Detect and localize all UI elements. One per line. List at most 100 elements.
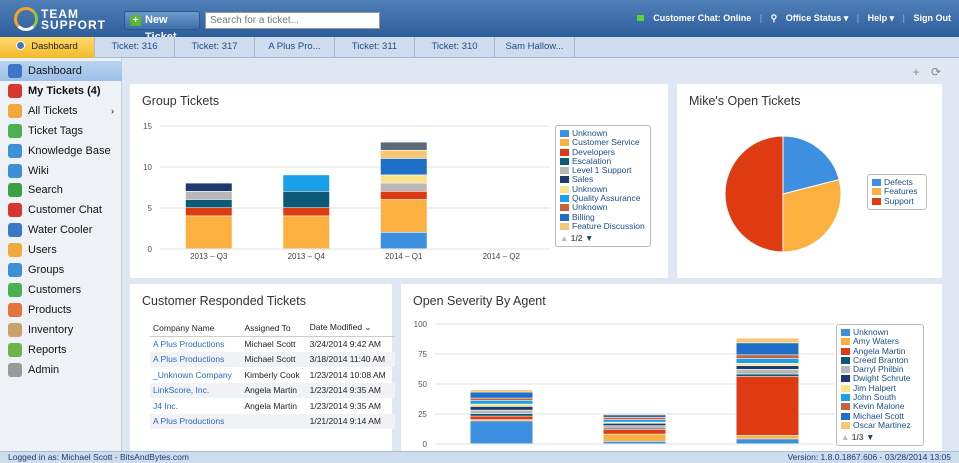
sidebar-item-knowledge-base[interactable]: Knowledge Base	[0, 141, 122, 161]
bar-segment[interactable]	[603, 434, 666, 441]
bar-segment[interactable]	[736, 358, 799, 363]
tab-dashboard[interactable]: Dashboard	[0, 37, 95, 58]
tab-sam-hallow[interactable]: Sam Hallow...	[495, 37, 575, 58]
bar-segment[interactable]	[185, 199, 232, 208]
new-ticket-button[interactable]: + New Ticket	[124, 11, 200, 43]
ticket-search-input[interactable]	[205, 12, 380, 29]
bar-segment[interactable]	[380, 142, 427, 150]
page-down-icon[interactable]: ▼	[864, 432, 874, 442]
bar-segment[interactable]	[603, 422, 666, 423]
bar-segment[interactable]	[185, 216, 232, 249]
company-name-cell[interactable]: LinkScore, Inc.	[150, 382, 242, 398]
bar-segment[interactable]	[470, 390, 533, 392]
bar-segment[interactable]	[603, 423, 666, 426]
bar-segment[interactable]	[736, 369, 799, 374]
legend-entry[interactable]: Oscar Martinez	[841, 420, 919, 430]
bar-segment[interactable]	[380, 191, 427, 200]
bar-segment[interactable]	[603, 428, 666, 429]
bar-segment[interactable]	[283, 175, 330, 191]
bar-segment[interactable]	[470, 392, 533, 398]
page-down-icon[interactable]: ▼	[583, 233, 593, 243]
bar-segment[interactable]	[380, 183, 427, 191]
table-row[interactable]: A Plus Productions Michael Scott 3/18/2014…	[150, 351, 395, 367]
bar-segment[interactable]	[470, 414, 533, 416]
sidebar-item-my-tickets-4[interactable]: My Tickets (4)	[0, 81, 122, 101]
table-row[interactable]: A Plus Productions Michael Scott 3/24/2014…	[150, 336, 395, 352]
sidebar-item-customers[interactable]: Customers	[0, 280, 122, 300]
bar-segment[interactable]	[380, 199, 427, 232]
sign-out-link[interactable]: Sign Out	[914, 13, 952, 23]
sidebar-item-reports[interactable]: Reports	[0, 340, 122, 360]
bar-segment[interactable]	[185, 208, 232, 216]
table-row[interactable]: A Plus Productions 1/21/2014 9:14 AM	[150, 413, 395, 429]
tab-ticket-310[interactable]: Ticket: 310	[415, 37, 495, 58]
bar-segment[interactable]	[470, 416, 533, 420]
company-name-cell[interactable]: J4 Inc.	[150, 398, 242, 414]
sidebar-item-all-tickets[interactable]: All Tickets ›	[0, 101, 122, 121]
bar-segment[interactable]	[603, 426, 666, 428]
teamsupport-logo[interactable]: TEAM SUPPORT	[14, 5, 105, 33]
bar-segment[interactable]	[470, 420, 533, 421]
bar-segment[interactable]	[380, 158, 427, 175]
help-menu[interactable]: Help ▾	[868, 13, 895, 23]
customer-chat-status[interactable]: Customer Chat: Online	[631, 13, 751, 23]
tab-ticket-317[interactable]: Ticket: 317	[175, 37, 255, 58]
tab-a-plus-productions[interactable]: A Plus Pro...	[255, 37, 335, 58]
bar-segment[interactable]	[470, 404, 533, 407]
bar-segment[interactable]	[736, 435, 799, 439]
bar-segment[interactable]	[470, 398, 533, 401]
bar-segment[interactable]	[603, 441, 666, 444]
bar-segment[interactable]	[603, 429, 666, 434]
sidebar-item-products[interactable]: Products	[0, 300, 122, 320]
col-assigned-to[interactable]: Assigned To	[241, 320, 307, 337]
add-widget-icon[interactable]: +	[913, 65, 920, 79]
bar-segment[interactable]	[470, 406, 533, 410]
sidebar-item-ticket-tags[interactable]: Ticket Tags	[0, 121, 122, 141]
bar-segment[interactable]	[185, 183, 232, 191]
company-name-cell[interactable]: _Unknown Company	[150, 367, 242, 383]
col-company-name[interactable]: Company Name	[150, 320, 242, 337]
sidebar-item-users[interactable]: Users	[0, 240, 122, 260]
refresh-icon[interactable]: ⟳	[931, 65, 941, 79]
col-date-modified[interactable]: Date Modified ⌄	[306, 320, 395, 337]
sidebar-item-wiki[interactable]: Wiki	[0, 161, 122, 181]
office-status-menu[interactable]: ⚲ Office Status ▾	[771, 13, 849, 23]
table-row[interactable]: _Unknown Company Kimberly Cook 1/23/2014 1…	[150, 367, 395, 383]
bar-segment[interactable]	[283, 208, 330, 216]
tab-ticket-316[interactable]: Ticket: 316	[95, 37, 175, 58]
table-row[interactable]: LinkScore, Inc. Angela Martin 1/23/2014 9:…	[150, 382, 395, 398]
sidebar-item-groups[interactable]: Groups	[0, 260, 122, 280]
bar-segment[interactable]	[736, 366, 799, 369]
company-name-cell[interactable]: A Plus Productions	[150, 413, 242, 429]
sidebar-item-admin[interactable]: Admin	[0, 360, 122, 380]
sidebar-item-dashboard[interactable]: Dashboard	[0, 61, 122, 81]
page-up-icon[interactable]: ▲	[560, 233, 571, 243]
bar-segment[interactable]	[380, 150, 427, 159]
legend-entry[interactable]: Support	[872, 196, 922, 206]
bar-segment[interactable]	[736, 363, 799, 366]
bar-segment[interactable]	[736, 355, 799, 359]
bar-segment[interactable]	[470, 400, 533, 404]
legend-pager[interactable]: ▲ 1/2 ▼	[560, 233, 646, 243]
legend-entry[interactable]: Feature Discussion	[560, 221, 646, 231]
sidebar-item-customer-chat[interactable]: Customer Chat	[0, 200, 122, 220]
sidebar-item-water-cooler[interactable]: Water Cooler	[0, 220, 122, 240]
company-name-cell[interactable]: A Plus Productions	[150, 336, 242, 352]
table-row[interactable]: J4 Inc. Angela Martin 1/23/2014 9:35 AM	[150, 398, 395, 414]
bar-segment[interactable]	[736, 338, 799, 343]
bar-segment[interactable]	[185, 191, 232, 200]
bar-segment[interactable]	[736, 376, 799, 435]
tab-ticket-311[interactable]: Ticket: 311	[335, 37, 415, 58]
sidebar-item-search[interactable]: Search	[0, 180, 122, 200]
bar-segment[interactable]	[736, 439, 799, 444]
bar-segment[interactable]	[736, 343, 799, 355]
bar-segment[interactable]	[603, 417, 666, 420]
bar-segment[interactable]	[283, 191, 330, 208]
company-name-cell[interactable]: A Plus Productions	[150, 351, 242, 367]
sidebar-item-inventory[interactable]: Inventory	[0, 320, 122, 340]
bar-segment[interactable]	[603, 420, 666, 422]
legend-pager[interactable]: ▲ 1/3 ▼	[841, 432, 919, 442]
bar-segment[interactable]	[470, 410, 533, 414]
bar-segment[interactable]	[470, 421, 533, 444]
bar-segment[interactable]	[736, 374, 799, 377]
